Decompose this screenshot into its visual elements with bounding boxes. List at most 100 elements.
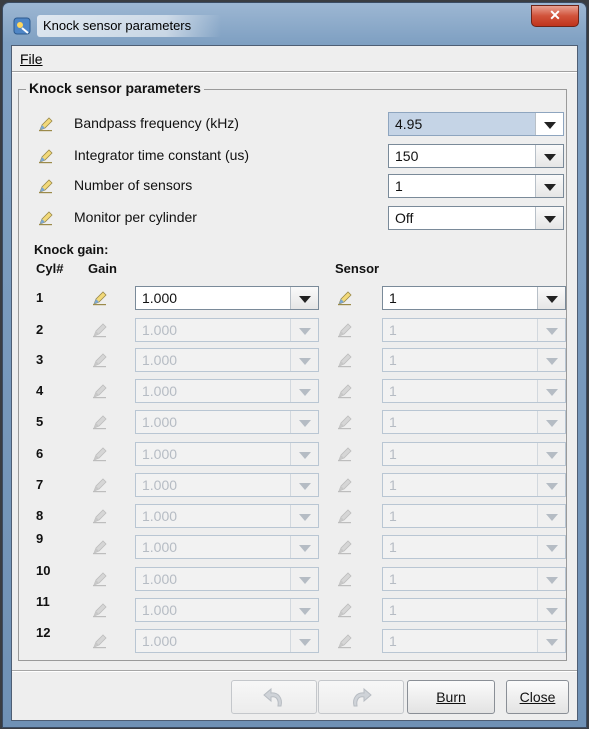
- sensor-select-cyl-10[interactable]: 1: [382, 567, 566, 591]
- sensor-select-cyl-1-dropdown-button[interactable]: [537, 287, 565, 309]
- edit-pencil-icon: [337, 508, 353, 524]
- param-4-select[interactable]: Off: [388, 206, 564, 230]
- chevron-down-icon: [546, 545, 558, 552]
- param-1-select[interactable]: 4.95: [388, 112, 564, 136]
- edit-pencil-icon[interactable]: [38, 116, 54, 132]
- edit-pencil-icon[interactable]: [38, 178, 54, 194]
- gain-select-cyl-12-value: 1.000: [142, 633, 178, 649]
- sensor-select-cyl-11[interactable]: 1: [382, 598, 566, 622]
- redo-button[interactable]: [318, 680, 404, 714]
- window-close-button[interactable]: ✕: [531, 5, 579, 27]
- sensor-select-cyl-10-value: 1: [389, 571, 397, 587]
- undo-arrow-icon: [263, 687, 282, 707]
- edit-pencil-icon: [92, 602, 108, 618]
- gain-select-cyl-10-value: 1.000: [142, 571, 178, 587]
- sensor-select-cyl-3-dropdown-button[interactable]: [537, 349, 565, 371]
- gain-select-cyl-6[interactable]: 1.000: [135, 442, 319, 466]
- sensor-select-cyl-1[interactable]: 1: [382, 286, 566, 310]
- knock-gain-title: Knock gain:: [34, 242, 109, 257]
- gain-select-cyl-2-dropdown-button[interactable]: [290, 319, 318, 341]
- gain-select-cyl-10[interactable]: 1.000: [135, 567, 319, 591]
- edit-pencil-icon: [337, 414, 353, 430]
- chevron-down-icon: [546, 358, 558, 365]
- gain-select-cyl-1[interactable]: 1.000: [135, 286, 319, 310]
- cyl-number: 10: [36, 563, 51, 578]
- title-bar[interactable]: Knock sensor parameters ✕: [3, 3, 586, 45]
- edit-pencil-icon[interactable]: [38, 210, 54, 226]
- gain-select-cyl-12[interactable]: 1.000: [135, 629, 319, 653]
- sensor-select-cyl-8-dropdown-button[interactable]: [537, 505, 565, 527]
- burn-label: Burn: [436, 689, 466, 705]
- close-label: Close: [519, 689, 556, 705]
- gain-select-cyl-8-dropdown-button[interactable]: [290, 505, 318, 527]
- edit-pencil-icon[interactable]: [92, 290, 108, 306]
- chevron-down-icon: [299, 358, 311, 365]
- edit-pencil-icon: [337, 322, 353, 338]
- gain-select-cyl-11[interactable]: 1.000: [135, 598, 319, 622]
- gain-select-cyl-2[interactable]: 1.000: [135, 318, 319, 342]
- menu-file[interactable]: File: [20, 51, 43, 67]
- sensor-select-cyl-3[interactable]: 1: [382, 348, 566, 372]
- burn-button[interactable]: Burn: [407, 680, 495, 714]
- edit-pencil-icon: [92, 383, 108, 399]
- gain-select-cyl-7-value: 1.000: [142, 477, 178, 493]
- cyl-number: 3: [36, 352, 44, 367]
- param-3-select-dropdown-button[interactable]: [535, 175, 563, 197]
- param-2-select[interactable]: 150: [388, 144, 564, 168]
- sensor-select-cyl-4-value: 1: [389, 383, 397, 399]
- gain-select-cyl-9-dropdown-button[interactable]: [290, 536, 318, 558]
- gain-select-cyl-4-dropdown-button[interactable]: [290, 380, 318, 402]
- sensor-select-cyl-5-dropdown-button[interactable]: [537, 411, 565, 433]
- sensor-select-cyl-11-dropdown-button[interactable]: [537, 599, 565, 621]
- edit-pencil-icon[interactable]: [337, 290, 353, 306]
- gain-select-cyl-6-dropdown-button[interactable]: [290, 443, 318, 465]
- gain-select-cyl-9[interactable]: 1.000: [135, 535, 319, 559]
- gain-select-cyl-1-dropdown-button[interactable]: [290, 287, 318, 309]
- edit-pencil-icon: [92, 571, 108, 587]
- gain-select-cyl-8[interactable]: 1.000: [135, 504, 319, 528]
- sensor-select-cyl-5[interactable]: 1: [382, 410, 566, 434]
- sensor-select-cyl-7[interactable]: 1: [382, 473, 566, 497]
- gain-select-cyl-5-dropdown-button[interactable]: [290, 411, 318, 433]
- edit-pencil-icon: [92, 414, 108, 430]
- gain-select-cyl-4[interactable]: 1.000: [135, 379, 319, 403]
- sensor-select-cyl-12[interactable]: 1: [382, 629, 566, 653]
- col-header-sensor: Sensor: [335, 261, 380, 276]
- gain-select-cyl-7-dropdown-button[interactable]: [290, 474, 318, 496]
- sensor-select-cyl-2[interactable]: 1: [382, 318, 566, 342]
- sensor-select-cyl-8[interactable]: 1: [382, 504, 566, 528]
- chevron-down-icon: [546, 577, 558, 584]
- gain-select-cyl-12-dropdown-button[interactable]: [290, 630, 318, 652]
- sensor-select-cyl-12-dropdown-button[interactable]: [537, 630, 565, 652]
- sensor-select-cyl-12-value: 1: [389, 633, 397, 649]
- gain-select-cyl-7[interactable]: 1.000: [135, 473, 319, 497]
- gain-select-cyl-3-dropdown-button[interactable]: [290, 349, 318, 371]
- param-4-select-dropdown-button[interactable]: [535, 207, 563, 229]
- sensor-select-cyl-7-dropdown-button[interactable]: [537, 474, 565, 496]
- edit-pencil-icon: [92, 539, 108, 555]
- sensor-select-cyl-9-dropdown-button[interactable]: [537, 536, 565, 558]
- gain-select-cyl-11-value: 1.000: [142, 602, 178, 618]
- sensor-select-cyl-6-dropdown-button[interactable]: [537, 443, 565, 465]
- gain-select-cyl-10-dropdown-button[interactable]: [290, 568, 318, 590]
- sensor-select-cyl-4-dropdown-button[interactable]: [537, 380, 565, 402]
- sensor-select-cyl-10-dropdown-button[interactable]: [537, 568, 565, 590]
- param-1-select-dropdown-button[interactable]: [535, 113, 563, 135]
- param-3-select[interactable]: 1: [388, 174, 564, 198]
- gain-select-cyl-3[interactable]: 1.000: [135, 348, 319, 372]
- sensor-select-cyl-9[interactable]: 1: [382, 535, 566, 559]
- sensor-select-cyl-6[interactable]: 1: [382, 442, 566, 466]
- gain-select-cyl-6-value: 1.000: [142, 446, 178, 462]
- sensor-select-cyl-2-dropdown-button[interactable]: [537, 319, 565, 341]
- param-label: Integrator time constant (us): [74, 147, 250, 163]
- cyl-number: 5: [36, 414, 44, 429]
- param-2-select-dropdown-button[interactable]: [535, 145, 563, 167]
- edit-pencil-icon[interactable]: [38, 148, 54, 164]
- edit-pencil-icon: [337, 539, 353, 555]
- undo-button[interactable]: [231, 680, 317, 714]
- close-button[interactable]: Close: [506, 680, 569, 714]
- sensor-select-cyl-4[interactable]: 1: [382, 379, 566, 403]
- gain-select-cyl-5[interactable]: 1.000: [135, 410, 319, 434]
- chevron-down-icon: [299, 545, 311, 552]
- gain-select-cyl-11-dropdown-button[interactable]: [290, 599, 318, 621]
